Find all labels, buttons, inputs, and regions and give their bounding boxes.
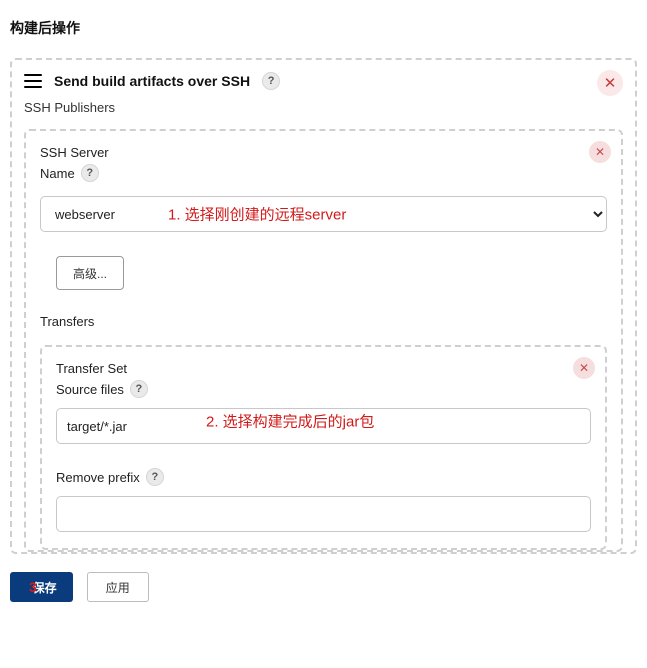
remove-transfer-button[interactable]: ✕ [573, 357, 595, 379]
transfers-label: Transfers [40, 314, 607, 329]
ssh-server-box: ✕ SSH Server Name ? webserver 1. 选择刚创建的远… [24, 129, 623, 552]
apply-button[interactable]: 应用 [87, 572, 149, 602]
ssh-publishers-label: SSH Publishers [24, 100, 623, 115]
help-icon[interactable]: ? [146, 468, 164, 486]
name-label: Name [40, 166, 75, 181]
save-button[interactable]: 保存 [10, 572, 73, 602]
transfer-set-box: ✕ Transfer Set Source files ? 2. 选择构建完成后… [40, 345, 607, 550]
source-files-input[interactable] [56, 408, 591, 444]
section-title: 构建后操作 [10, 18, 637, 38]
remove-prefix-input[interactable] [56, 496, 591, 532]
transfer-set-label: Transfer Set [56, 361, 591, 376]
remove-prefix-label: Remove prefix [56, 470, 140, 485]
help-icon[interactable]: ? [81, 164, 99, 182]
step-title: Send build artifacts over SSH [54, 73, 250, 89]
remove-step-button[interactable]: ✕ [597, 70, 623, 96]
advanced-button[interactable]: 高级... [56, 256, 124, 290]
drag-handle-icon[interactable] [24, 74, 42, 88]
remove-server-button[interactable]: ✕ [589, 141, 611, 163]
help-icon[interactable]: ? [262, 72, 280, 90]
source-files-label: Source files [56, 382, 124, 397]
footer-bar: 保存 3 应用 [10, 568, 637, 606]
post-build-step-box: Send build artifacts over SSH ? ✕ SSH Pu… [10, 58, 637, 554]
help-icon[interactable]: ? [130, 380, 148, 398]
ssh-server-label: SSH Server [40, 145, 607, 160]
server-name-select[interactable]: webserver [40, 196, 607, 232]
